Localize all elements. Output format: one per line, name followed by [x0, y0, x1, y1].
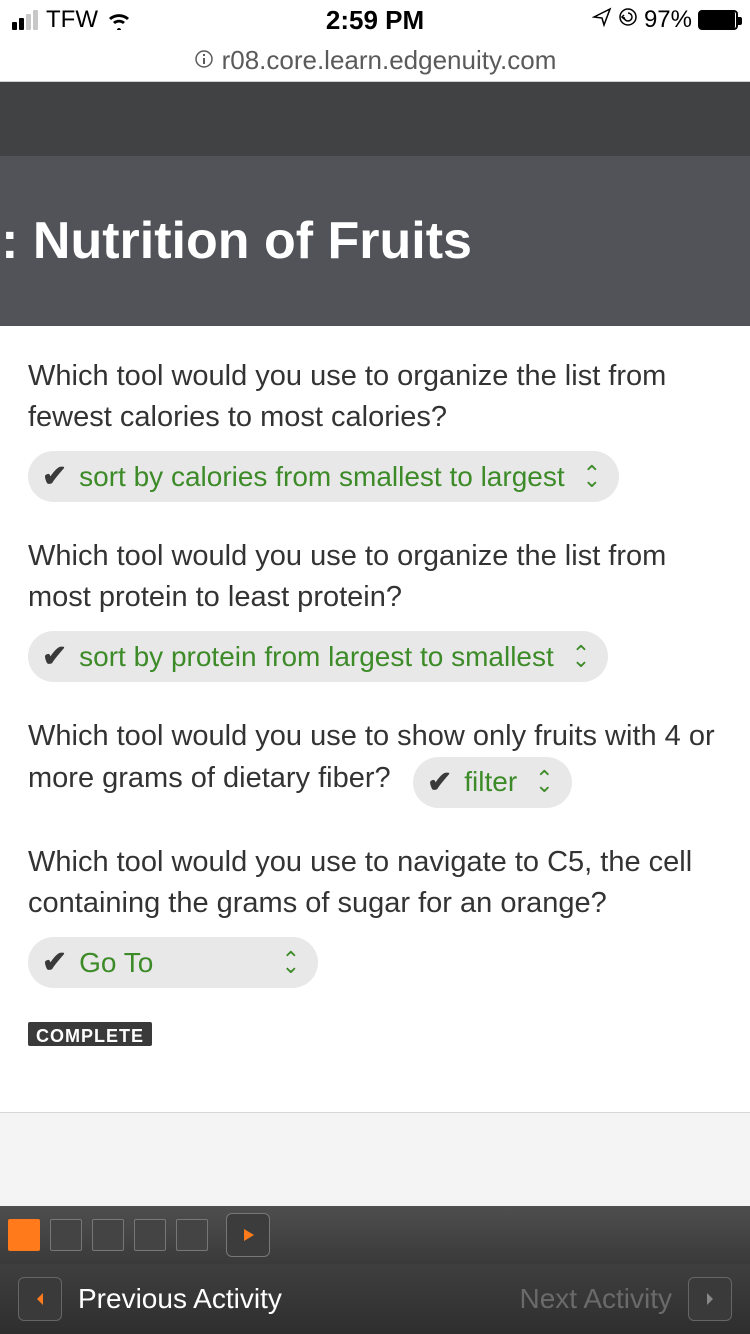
- complete-badge: COMPLETE: [28, 1022, 152, 1046]
- progress-step[interactable]: [92, 1219, 124, 1251]
- answer-text: sort by protein from largest to smallest: [79, 641, 554, 673]
- answer-dropdown[interactable]: ✔ sort by protein from largest to smalle…: [28, 631, 608, 682]
- answer-dropdown[interactable]: ✔ Go To ⌃⌄: [28, 937, 318, 988]
- arrow-left-icon: [18, 1277, 62, 1321]
- browser-url-bar[interactable]: r08.core.learn.edgenuity.com: [0, 40, 750, 82]
- progress-step[interactable]: [134, 1219, 166, 1251]
- check-icon: ✔: [42, 945, 67, 980]
- question-block: Which tool would you use to show only fr…: [28, 716, 730, 808]
- question-text: Which tool would you use to organize the…: [28, 536, 730, 617]
- question-block: Which tool would you use to navigate to …: [28, 842, 730, 988]
- play-button[interactable]: [226, 1213, 270, 1257]
- app-header-bar: [0, 82, 750, 156]
- location-icon: [592, 6, 612, 34]
- status-left: TFW: [12, 6, 132, 34]
- activity-nav-row: Previous Activity Next Activity: [0, 1264, 750, 1334]
- check-icon: ✔: [42, 459, 67, 494]
- chevron-updown-icon: ⌃⌄: [572, 649, 590, 665]
- question-text: Which tool would you use to navigate to …: [28, 842, 730, 923]
- previous-activity-button[interactable]: Previous Activity: [18, 1277, 282, 1321]
- carrier-label: TFW: [46, 6, 98, 34]
- page-title: ios: Nutrition of Fruits: [0, 210, 472, 272]
- battery-percent: 97%: [644, 6, 692, 34]
- progress-row: [0, 1206, 750, 1264]
- page-title-band: ios: Nutrition of Fruits: [0, 156, 750, 326]
- check-icon: ✔: [427, 765, 452, 800]
- answer-text: filter: [464, 766, 517, 798]
- progress-step-current[interactable]: [8, 1219, 40, 1251]
- answer-text: Go To: [79, 947, 153, 979]
- previous-activity-label: Previous Activity: [78, 1283, 282, 1315]
- rotation-lock-icon: [618, 6, 638, 34]
- answer-text: sort by calories from smallest to larges…: [79, 461, 565, 493]
- progress-step[interactable]: [176, 1219, 208, 1251]
- check-icon: ✔: [42, 639, 67, 674]
- chevron-updown-icon: ⌃⌄: [583, 469, 601, 485]
- bottom-nav: Previous Activity Next Activity: [0, 1112, 750, 1334]
- answer-dropdown[interactable]: ✔ filter ⌃⌄: [413, 757, 571, 808]
- url-text: r08.core.learn.edgenuity.com: [222, 45, 557, 76]
- chevron-updown-icon: ⌃⌄: [282, 955, 300, 971]
- content-gap: [0, 1112, 750, 1206]
- question-text: Which tool would you use to organize the…: [28, 356, 730, 437]
- clock: 2:59 PM: [326, 5, 424, 36]
- next-activity-label: Next Activity: [520, 1283, 672, 1315]
- status-right: 97%: [592, 6, 738, 34]
- next-activity-button[interactable]: Next Activity: [520, 1277, 732, 1321]
- progress-step[interactable]: [50, 1219, 82, 1251]
- info-icon: [194, 45, 214, 76]
- chevron-updown-icon: ⌃⌄: [535, 774, 553, 790]
- signal-icon: [12, 10, 38, 30]
- answer-dropdown[interactable]: ✔ sort by calories from smallest to larg…: [28, 451, 619, 502]
- question-block: Which tool would you use to organize the…: [28, 356, 730, 502]
- battery-icon: [698, 10, 738, 30]
- question-text: Which tool would you use to show only fr…: [28, 720, 715, 793]
- question-block: Which tool would you use to organize the…: [28, 536, 730, 682]
- lesson-content: Which tool would you use to organize the…: [0, 326, 750, 1170]
- arrow-right-icon: [688, 1277, 732, 1321]
- status-bar: TFW 2:59 PM 97%: [0, 0, 750, 40]
- wifi-icon: [106, 10, 132, 30]
